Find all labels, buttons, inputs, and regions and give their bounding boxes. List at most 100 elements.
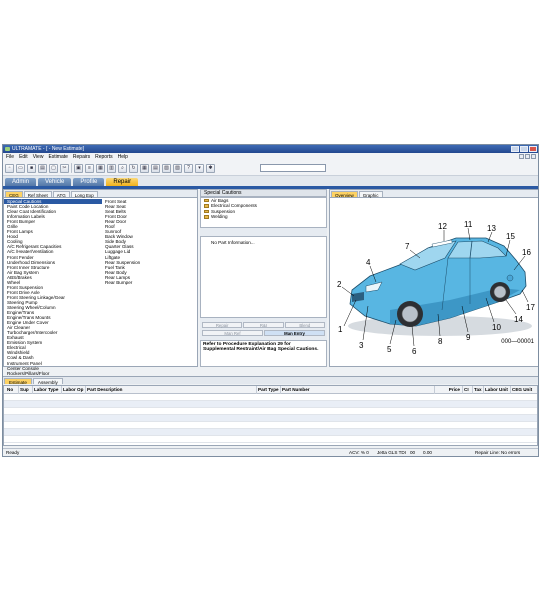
grid-header: No Sup Labor Type Labor Op Part Descript… [4, 386, 537, 394]
toolbar-search-input[interactable] [260, 164, 326, 172]
callout-6: 6 [412, 347, 417, 356]
menu-edit[interactable]: Edit [19, 153, 28, 161]
menu-view[interactable]: View [33, 153, 44, 161]
minimize-button[interactable] [511, 146, 519, 152]
callout-17: 17 [526, 303, 535, 312]
callout-7: 7 [405, 242, 410, 251]
category-item[interactable]: Rockers/Pillars/Floor [4, 371, 102, 376]
menu-bar: File Edit View Estimate Repairs Reports … [3, 153, 538, 161]
preview-icon[interactable]: ▢ [49, 163, 58, 173]
dropdown-icon[interactable]: ▾ [195, 163, 204, 173]
status-bar: Ready ACV: % 0 Jetta GLS TDI 00 0.00 Rep… [3, 448, 538, 456]
col-labor-op[interactable]: Labor Op [61, 386, 85, 394]
tab-long-exp[interactable]: Long Exp [70, 191, 98, 198]
tab-repair[interactable]: Repair [106, 178, 139, 186]
estimate-grid[interactable]: No Sup Labor Type Labor Op Part Descript… [3, 385, 538, 446]
category-list-2: Front Seat Rear Seat Seat Belts Front Door R… [102, 199, 198, 285]
save-icon[interactable]: ■ [27, 163, 36, 173]
menu-estimate[interactable]: Estimate [48, 153, 67, 161]
tab-graphic[interactable]: Graphic [358, 191, 383, 198]
help-icon[interactable]: ? [184, 163, 193, 173]
maximize-button[interactable] [520, 146, 528, 152]
table-row[interactable] [4, 422, 537, 429]
callout-4: 4 [366, 258, 371, 267]
list-icon[interactable]: ≡ [85, 163, 94, 173]
man-ref-button[interactable]: Man Ref [202, 330, 263, 336]
window-title: ULTRAMATE - [ - New Estimate] [12, 146, 85, 152]
mdi-restore-button[interactable] [525, 154, 530, 159]
status-vehicle: Jetta GLS TDI [377, 450, 407, 455]
col-ci[interactable]: CI [462, 386, 472, 394]
menu-repairs[interactable]: Repairs [73, 153, 90, 161]
col-tax[interactable]: Tax [472, 386, 483, 394]
refresh-icon[interactable]: ↻ [129, 163, 138, 173]
col-sup[interactable]: Sup [18, 386, 32, 394]
tab-atg[interactable]: ATG [52, 191, 70, 198]
status-total: 0.00 [423, 450, 432, 455]
new-icon[interactable]: ▫ [5, 163, 14, 173]
group-list: Air Bags Electrical Components Suspensio… [200, 197, 327, 228]
calculator-icon[interactable]: ▦ [140, 163, 149, 173]
tab-profile[interactable]: Profile [73, 178, 105, 186]
table-row[interactable] [4, 408, 537, 415]
col-no[interactable]: No [6, 386, 18, 394]
table-row[interactable] [4, 429, 537, 436]
col-labor-unit[interactable]: Labor Unit [483, 386, 510, 394]
callout-3: 3 [359, 341, 364, 350]
report-icon[interactable]: ▧ [162, 163, 171, 173]
tab-estimate[interactable]: Estimate [4, 378, 32, 385]
col-part-description[interactable]: Part Description [85, 386, 256, 394]
nav-tabs: Admin Vehicle Profile Repair [3, 176, 538, 186]
menu-reports[interactable]: Reports [95, 153, 113, 161]
toolbar: ▫ ▭ ■ ▤ ▢ ✂ ▣ ≡ ▦ ▥ ⌕ ↻ ▦ ▤ ▧ ▨ ? ▾ ✱ [3, 161, 538, 176]
tab-ceg[interactable]: CEG [5, 191, 23, 198]
diagram-panel: Overview Graphic 1 2 3 4 5 6 7 8 9 10 11… [329, 189, 538, 367]
callout-13: 13 [487, 224, 496, 233]
print-icon[interactable]: ▤ [38, 163, 47, 173]
tab-assembly[interactable]: Assembly [32, 378, 63, 385]
grid-icon[interactable]: ▥ [107, 163, 116, 173]
vehicle-icon[interactable]: ▣ [74, 163, 83, 173]
table-row[interactable] [4, 436, 537, 443]
group-item[interactable]: Welding [201, 214, 326, 219]
operations-panel: Special Cautions Air Bags Electrical Com… [200, 189, 327, 367]
category-item[interactable]: Rear Bumper [102, 280, 198, 285]
callout-12: 12 [438, 222, 447, 231]
rear-rim [493, 285, 507, 299]
tab-ref-sheet[interactable]: Ref Sheet [23, 191, 52, 198]
menu-help[interactable]: Help [118, 153, 128, 161]
col-labor-type[interactable]: Labor Type [32, 386, 61, 394]
cut-icon[interactable]: ✂ [60, 163, 69, 173]
blend-button[interactable]: Blend [284, 322, 325, 328]
open-folder-icon[interactable]: ▭ [16, 163, 25, 173]
tab-admin[interactable]: Admin [5, 178, 37, 186]
notes-icon[interactable]: ▨ [173, 163, 182, 173]
table-row[interactable] [4, 415, 537, 422]
mdi-close-button[interactable] [531, 154, 536, 159]
callout-2: 2 [337, 280, 342, 289]
estimate-tabs: Estimate Assembly [3, 376, 538, 385]
document-icon[interactable]: ▤ [151, 163, 160, 173]
col-part-type[interactable]: Part Type [256, 386, 280, 394]
mdi-minimize-button[interactable] [519, 154, 524, 159]
diagram-code: 000—00001 [501, 339, 534, 345]
callout-9: 9 [466, 333, 471, 342]
image-icon[interactable]: ▦ [96, 163, 105, 173]
callout-10: 10 [492, 323, 501, 332]
menu-file[interactable]: File [6, 153, 14, 161]
close-button[interactable] [529, 146, 537, 152]
table-row[interactable] [4, 394, 537, 401]
tools-icon[interactable]: ✱ [206, 163, 215, 173]
caution-note: Refer to Procedure Explanation 29 for Su… [200, 340, 327, 367]
table-row[interactable] [4, 401, 537, 408]
col-ceg-unit[interactable]: CEG Unit [510, 386, 538, 394]
r-and-i-button[interactable]: R&I [243, 322, 284, 328]
search-icon[interactable]: ⌕ [118, 163, 127, 173]
tab-vehicle[interactable]: Vehicle [38, 178, 72, 186]
tab-overview[interactable]: Overview [331, 191, 358, 198]
col-part-number[interactable]: Part Number [280, 386, 434, 394]
status-acv: ACV: % 0 [349, 450, 369, 455]
col-price[interactable]: Price [434, 386, 462, 394]
repair-button[interactable]: Repair [202, 322, 243, 328]
man-entry-button[interactable]: Man Entry [264, 330, 325, 336]
